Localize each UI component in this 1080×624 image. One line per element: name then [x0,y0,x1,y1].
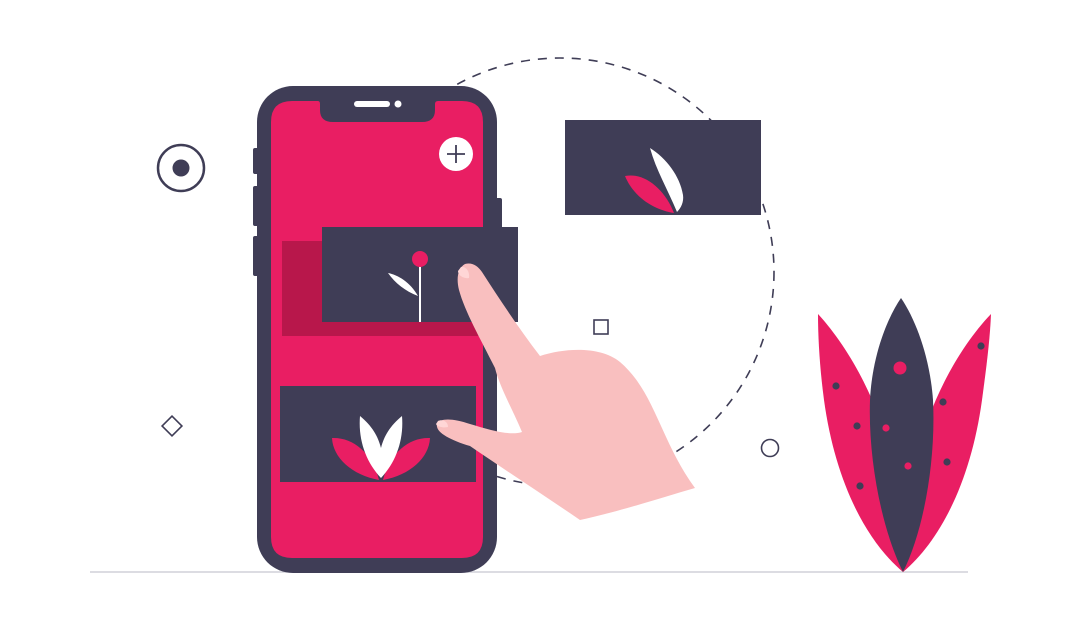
camera-icon [394,100,402,108]
square-icon [593,319,609,335]
diamond-icon [160,414,184,438]
mobile-app-illustration [90,57,991,573]
radio-icon [156,143,206,193]
speaker-icon [354,101,390,107]
plant [818,298,991,572]
leaf-card[interactable] [565,120,761,215]
circle-icon [760,438,780,458]
illustration-stage [0,0,1080,624]
add-button[interactable] [439,137,473,171]
